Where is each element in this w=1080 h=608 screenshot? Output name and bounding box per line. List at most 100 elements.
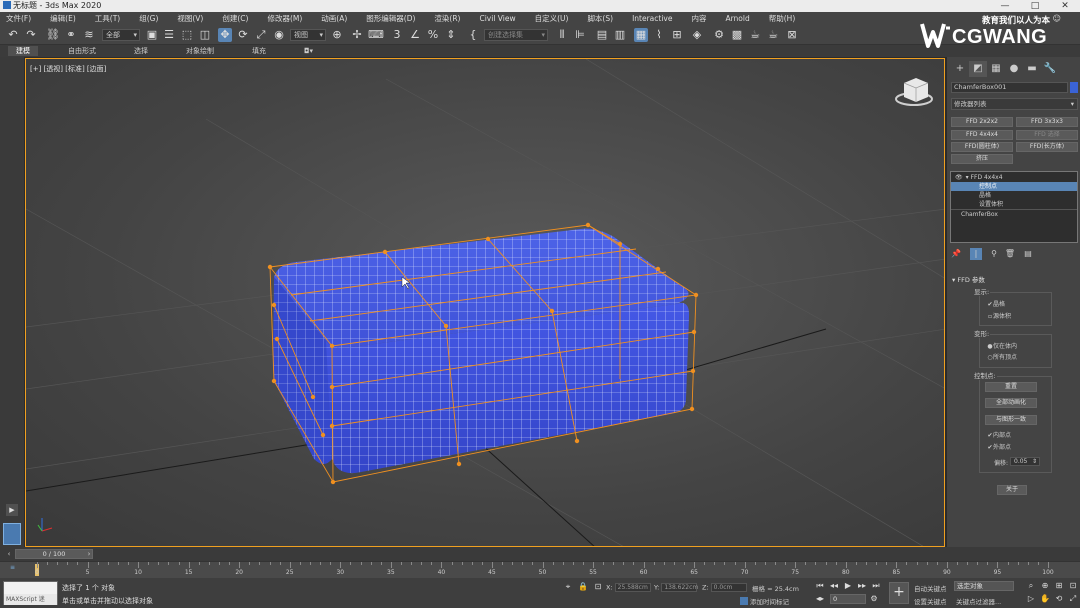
zoom-extents-icon[interactable]: ⊞ xyxy=(1054,581,1064,591)
edit-named-selection-icon[interactable]: { xyxy=(466,28,480,42)
undo-icon[interactable]: ↶ xyxy=(6,28,20,42)
render-activeshade-icon[interactable]: ☕ xyxy=(766,28,780,42)
add-time-tag[interactable]: 添加时间标记 xyxy=(740,596,789,606)
remove-modifier-icon[interactable]: 🗑 xyxy=(1004,248,1016,260)
time-config-icon[interactable]: ⚙ xyxy=(869,594,879,604)
render-teapot-icon[interactable]: ☕ xyxy=(748,28,762,42)
stack-subitem-control-points[interactable]: 控制点 xyxy=(951,182,1077,191)
set-key-button[interactable]: 设置关键点 xyxy=(914,596,947,606)
menu-help[interactable]: 帮助(H) xyxy=(769,13,796,24)
tab-populate[interactable]: 填充 xyxy=(244,46,274,56)
select-manipulate-icon[interactable]: ✢ xyxy=(350,28,364,42)
modifier-list-dropdown[interactable]: 修改器列表 xyxy=(951,98,1078,110)
object-color-swatch[interactable] xyxy=(1070,82,1078,93)
chamfer-box-object[interactable] xyxy=(272,228,690,474)
previous-frame-icon[interactable]: ◂◂ xyxy=(829,581,839,591)
ffd-cylinder-button[interactable]: FFD(圆柱体) xyxy=(951,142,1013,152)
minimize-button[interactable]: — xyxy=(990,0,1020,12)
menu-animation[interactable]: 动画(A) xyxy=(321,13,347,24)
expand-arrow-icon[interactable]: ▾ xyxy=(966,174,969,181)
go-to-end-icon[interactable]: ⏭ xyxy=(871,581,881,591)
bind-space-warp-icon[interactable]: ≋ xyxy=(82,28,96,42)
hierarchy-tab-icon[interactable]: ▦ xyxy=(987,61,1005,77)
maxscript-listener[interactable]: MAXScript 迷 xyxy=(3,581,58,605)
time-slider-next-icon[interactable]: › xyxy=(85,549,93,559)
tab-selection[interactable]: 选择 xyxy=(126,46,156,56)
outside-points-checkbox[interactable]: ✔外部点 xyxy=(987,442,1011,451)
set-key-icon[interactable]: + xyxy=(889,582,909,604)
selection-filter-dropdown[interactable]: 全部 xyxy=(102,29,140,41)
stack-subitem-set-volume[interactable]: 设置体积 xyxy=(951,200,1077,209)
percent-snap-icon[interactable]: % xyxy=(426,28,440,42)
window-crossing-icon[interactable]: ◫ xyxy=(198,28,212,42)
select-object-icon[interactable]: ▣ xyxy=(145,28,159,42)
reset-button[interactable]: 重置 xyxy=(985,382,1037,392)
mirror-icon[interactable]: ⫴ xyxy=(555,28,569,42)
show-end-result-icon[interactable]: | xyxy=(970,248,982,260)
menu-modifiers[interactable]: 修改器(M) xyxy=(267,13,302,24)
next-frame-icon[interactable]: ▸▸ xyxy=(857,581,867,591)
select-scale-icon[interactable]: ⤢ xyxy=(254,28,268,42)
perspective-viewport[interactable]: [+] [透视] [标准] [边面] xyxy=(25,58,945,547)
viewport-label[interactable]: [+] [透视] [标准] [边面] xyxy=(30,64,106,74)
material-editor-icon[interactable]: ◈ xyxy=(690,28,704,42)
key-filters-button[interactable]: 关键点过滤器... xyxy=(956,596,1001,606)
render-cloud-icon[interactable]: ⊠ xyxy=(785,28,799,42)
object-name-field[interactable]: ChamferBox001 xyxy=(951,82,1068,93)
isolate-selection-icon[interactable]: ⌖ xyxy=(563,582,573,592)
all-vertices-radio[interactable]: ○所有顶点 xyxy=(987,352,1017,361)
menu-civil-view[interactable]: Civil View xyxy=(479,14,515,23)
z-value[interactable]: 0.0cm xyxy=(710,583,747,592)
go-to-start-icon[interactable]: ⏮ xyxy=(815,581,825,591)
modify-tab-icon[interactable]: ◩ xyxy=(969,61,987,77)
menu-group[interactable]: 组(G) xyxy=(139,13,158,24)
ffd-select-button[interactable]: FFD 选择 xyxy=(1016,130,1078,140)
rendered-frame-icon[interactable]: ▩ xyxy=(730,28,744,42)
create-tab-icon[interactable]: + xyxy=(951,61,969,77)
menu-graph-editors[interactable]: 图形编辑器(D) xyxy=(366,13,415,24)
named-selection-dropdown[interactable]: 创建选择集 xyxy=(484,29,548,41)
track-bar[interactable]: ≡ 0 5 10 15 20 25 30 35 40 45 50 55 60 65 70 75 80 85 90 95… xyxy=(0,561,1080,578)
menu-create[interactable]: 创建(C) xyxy=(222,13,248,24)
maxscript-input[interactable] xyxy=(4,582,57,594)
stack-item-base-object[interactable]: ChamferBox xyxy=(951,209,1077,218)
menu-arnold[interactable]: Arnold xyxy=(725,14,749,23)
pivot-center-icon[interactable]: ⊕ xyxy=(330,28,344,42)
schematic-view-icon[interactable]: ⊞ xyxy=(670,28,684,42)
menu-edit[interactable]: 编辑(E) xyxy=(50,13,76,24)
pan-view-icon[interactable]: ✋ xyxy=(1040,594,1050,604)
menu-customize[interactable]: 自定义(U) xyxy=(535,13,569,24)
eye-icon[interactable]: 👁 xyxy=(955,174,963,181)
rect-selection-icon[interactable]: ⬚ xyxy=(180,28,194,42)
orbit-icon[interactable]: ⟲ xyxy=(1054,594,1064,604)
play-icon[interactable]: ▶ xyxy=(6,504,18,516)
viewcube-icon[interactable] xyxy=(895,78,933,106)
layer-explorer-icon[interactable]: ▤ xyxy=(595,28,609,42)
zoom-icon[interactable]: ⌕ xyxy=(1026,581,1036,591)
key-mode-icon[interactable]: ◂▸ xyxy=(815,594,825,604)
angle-snap-icon[interactable]: ∠ xyxy=(408,28,422,42)
x-value[interactable]: 25.588cm xyxy=(614,583,651,592)
select-move-icon[interactable]: ✥ xyxy=(218,28,232,42)
menu-scripting[interactable]: 脚本(S) xyxy=(587,13,613,24)
tab-modeling[interactable]: 建模 xyxy=(8,46,38,56)
only-in-volume-radio[interactable]: ●仅在体内 xyxy=(987,341,1017,350)
time-slider[interactable]: ‹ 0 / 100 › xyxy=(0,547,1080,561)
y-coordinate[interactable]: Y: 138.622cm xyxy=(654,583,698,592)
display-tab-icon[interactable]: ▬ xyxy=(1023,61,1041,77)
keyboard-shortcut-icon[interactable]: ⌨ xyxy=(368,28,384,42)
ffd-2x2x2-button[interactable]: FFD 2x2x2 xyxy=(951,117,1013,127)
align-icon[interactable]: ⊫ xyxy=(573,28,587,42)
zoom-all-icon[interactable]: ⊕ xyxy=(1040,581,1050,591)
stack-subitem-lattice[interactable]: 晶格 xyxy=(951,191,1077,200)
configure-sets-icon[interactable]: ▤ xyxy=(1022,248,1034,260)
menu-interactive[interactable]: Interactive xyxy=(632,14,672,23)
z-coordinate[interactable]: Z: 0.0cm xyxy=(702,583,747,592)
placement-icon[interactable]: ◉ xyxy=(272,28,286,42)
y-value[interactable]: 138.622cm xyxy=(661,583,698,592)
curve-editor-icon[interactable]: ⌇ xyxy=(652,28,666,42)
menu-file[interactable]: 文件(F) xyxy=(6,13,31,24)
make-unique-icon[interactable]: ⚲ xyxy=(988,248,1000,260)
menu-content[interactable]: 内容 xyxy=(691,13,706,24)
lattice-checkbox[interactable]: ✔晶格 xyxy=(987,299,1005,308)
